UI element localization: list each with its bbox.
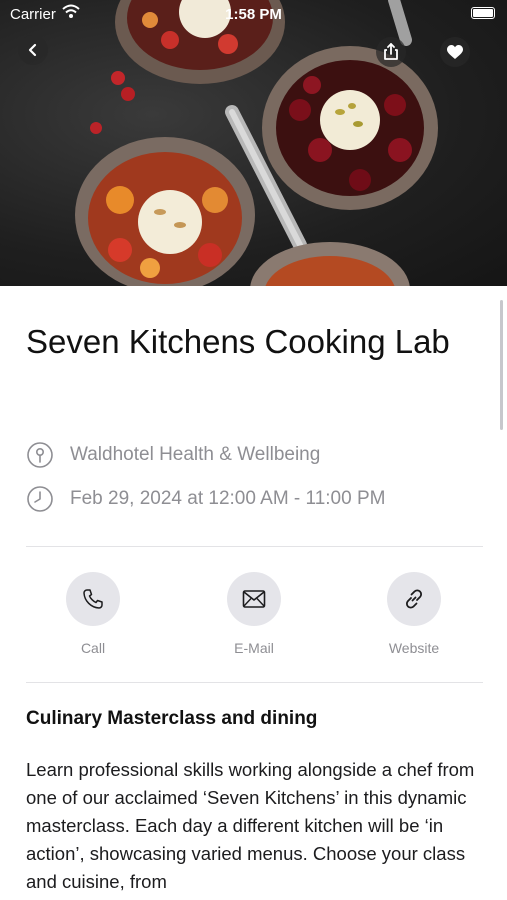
location-pin-icon bbox=[27, 442, 53, 468]
call-button[interactable]: Call bbox=[43, 572, 143, 656]
envelope-icon bbox=[242, 590, 266, 608]
status-time: 1:58 PM bbox=[225, 6, 282, 23]
phone-icon bbox=[83, 589, 103, 609]
date-row: Feb 29, 2024 at 12:00 AM - 11:00 PM bbox=[26, 484, 385, 514]
battery-icon bbox=[471, 7, 495, 19]
email-circle[interactable] bbox=[227, 572, 281, 626]
link-icon bbox=[405, 589, 423, 609]
food-photo bbox=[75, 0, 438, 286]
website-label: Website bbox=[388, 640, 440, 656]
scrollbar[interactable] bbox=[500, 300, 503, 430]
event-title: Seven Kitchens Cooking Lab bbox=[26, 323, 450, 360]
share-button[interactable] bbox=[376, 37, 406, 67]
chevron-left-icon bbox=[28, 43, 37, 57]
heart-icon bbox=[447, 44, 463, 59]
back-button[interactable] bbox=[18, 35, 48, 65]
call-label: Call bbox=[80, 640, 106, 656]
status-bar: Carrier 1:58 PM bbox=[0, 0, 507, 28]
clock-icon bbox=[27, 486, 53, 512]
email-button[interactable]: E-Mail bbox=[204, 572, 304, 656]
website-circle[interactable] bbox=[387, 572, 441, 626]
divider bbox=[26, 682, 483, 683]
details-description: Learn professional skills working alongs… bbox=[26, 759, 475, 892]
share-icon bbox=[384, 43, 398, 60]
location-row[interactable]: Waldhotel Health & Wellbeing bbox=[26, 440, 320, 470]
website-button[interactable]: Website bbox=[364, 572, 464, 656]
favorite-button[interactable] bbox=[440, 37, 470, 67]
email-label: E-Mail bbox=[234, 640, 274, 656]
hero-image: Carrier 1:58 PM bbox=[0, 0, 507, 286]
divider bbox=[26, 546, 483, 547]
details-heading: Culinary Masterclass and dining bbox=[26, 708, 318, 729]
date-text: Feb 29, 2024 at 12:00 AM - 11:00 PM bbox=[70, 488, 386, 509]
call-circle[interactable] bbox=[66, 572, 120, 626]
location-text: Waldhotel Health & Wellbeing bbox=[70, 444, 321, 465]
